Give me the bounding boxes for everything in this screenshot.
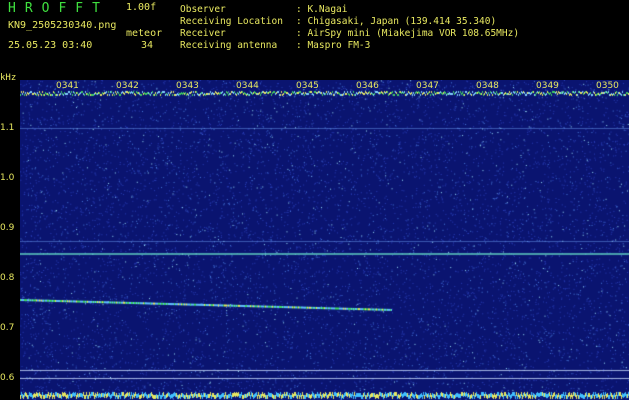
meteor-count: 34 — [141, 40, 154, 51]
y-tick: 0.8 — [0, 273, 15, 283]
y-tick: 1.1 — [0, 123, 15, 133]
observer-value: : K.Nagai — [296, 4, 348, 15]
x-tick: 0341 — [56, 81, 79, 91]
spectrogram-canvas — [20, 80, 629, 400]
y-tick: 1.0 — [0, 173, 15, 183]
y-tick: 0.7 — [0, 323, 15, 333]
x-tick: 0342 — [116, 81, 139, 91]
x-tick: 0343 — [176, 81, 199, 91]
x-tick: 0349 — [536, 81, 559, 91]
y-axis-unit: kHz — [0, 73, 17, 83]
x-tick: 0348 — [476, 81, 499, 91]
antenna-value: : Maspro FM-3 — [296, 40, 371, 51]
receiver-value: : AirSpy mini (Miakejima VOR 108.65MHz) — [296, 28, 520, 39]
x-tick: 0345 — [296, 81, 319, 91]
file-name: KN9_2505230340.png — [8, 20, 117, 31]
location-value: : Chigasaki, Japan (139.414 35.340) — [296, 16, 497, 27]
y-tick: 0.6 — [0, 373, 15, 383]
location-label: Receiving Location — [180, 16, 283, 27]
file-datetime: 25.05.23 03:40 — [8, 40, 93, 51]
x-tick: 0344 — [236, 81, 259, 91]
mode-label: meteor — [126, 28, 163, 39]
x-tick: 0347 — [416, 81, 439, 91]
app-title: HROFFT — [8, 1, 109, 16]
x-tick: 0346 — [356, 81, 379, 91]
y-tick: 0.9 — [0, 223, 15, 233]
receiver-label: Receiver — [180, 28, 226, 39]
observer-label: Observer — [180, 4, 226, 15]
app-version: 1.00f — [126, 2, 157, 13]
header-panel: HROFFT 1.00f KN9_2505230340.png 25.05.23… — [0, 0, 629, 80]
antenna-label: Receiving antenna — [180, 40, 278, 51]
x-tick: 0350 — [596, 81, 619, 91]
